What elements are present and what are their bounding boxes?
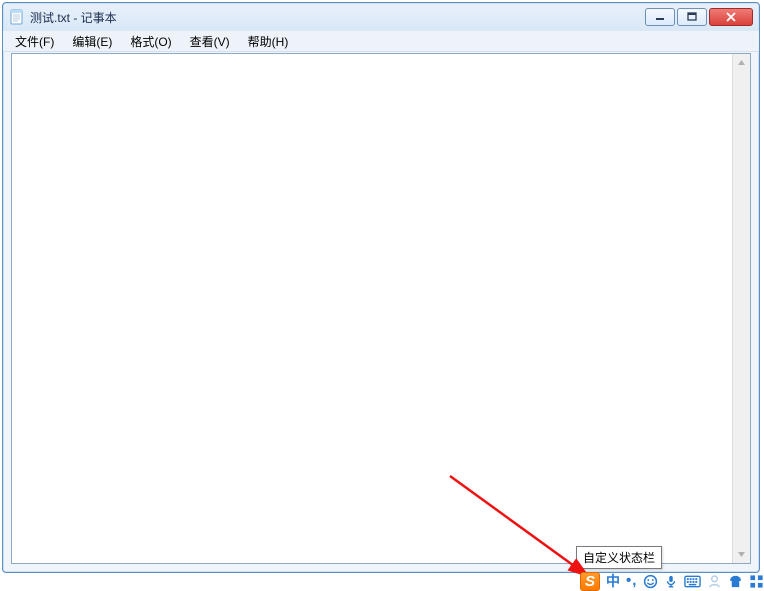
ime-sogou-logo-icon[interactable]: S [580, 572, 600, 591]
ime-toolbox-icon[interactable] [749, 574, 764, 589]
menu-file[interactable]: 文件(F) [7, 32, 62, 51]
ime-punctuation-toggle[interactable]: •, [626, 576, 637, 586]
ime-tooltip: 自定义状态栏 [576, 546, 662, 569]
menu-help[interactable]: 帮助(H) [240, 32, 297, 51]
scroll-up-arrow-icon[interactable] [733, 54, 750, 71]
close-button[interactable] [709, 8, 753, 26]
editor-client-area [11, 53, 751, 564]
menu-format[interactable]: 格式(O) [122, 32, 179, 51]
window-controls [645, 8, 753, 26]
scroll-down-arrow-icon[interactable] [733, 546, 750, 563]
text-editor[interactable] [12, 54, 732, 563]
menu-edit[interactable]: 编辑(E) [64, 32, 120, 51]
ime-skin-icon[interactable] [728, 574, 743, 589]
ime-voice-icon[interactable] [664, 574, 678, 589]
maximize-button[interactable] [677, 8, 707, 26]
menu-bar: 文件(F) 编辑(E) 格式(O) 查看(V) 帮助(H) [3, 31, 759, 52]
minimize-button[interactable] [645, 8, 675, 26]
notepad-icon [9, 9, 25, 25]
notepad-window: 测试.txt - 记事本 文件(F) 编辑(E) 格式(O) 查看(V) 帮助(… [2, 2, 760, 573]
window-title: 测试.txt - 记事本 [30, 9, 117, 26]
ime-soft-keyboard-icon[interactable] [684, 575, 701, 588]
ime-emoji-icon[interactable] [643, 574, 658, 589]
ime-language-toggle[interactable]: 中 [606, 571, 620, 591]
ime-login-icon[interactable] [707, 574, 722, 589]
ime-status-bar: S 中 •, [580, 572, 764, 590]
title-bar[interactable]: 测试.txt - 记事本 [3, 3, 759, 31]
vertical-scrollbar[interactable] [732, 54, 750, 563]
menu-view[interactable]: 查看(V) [182, 32, 238, 51]
